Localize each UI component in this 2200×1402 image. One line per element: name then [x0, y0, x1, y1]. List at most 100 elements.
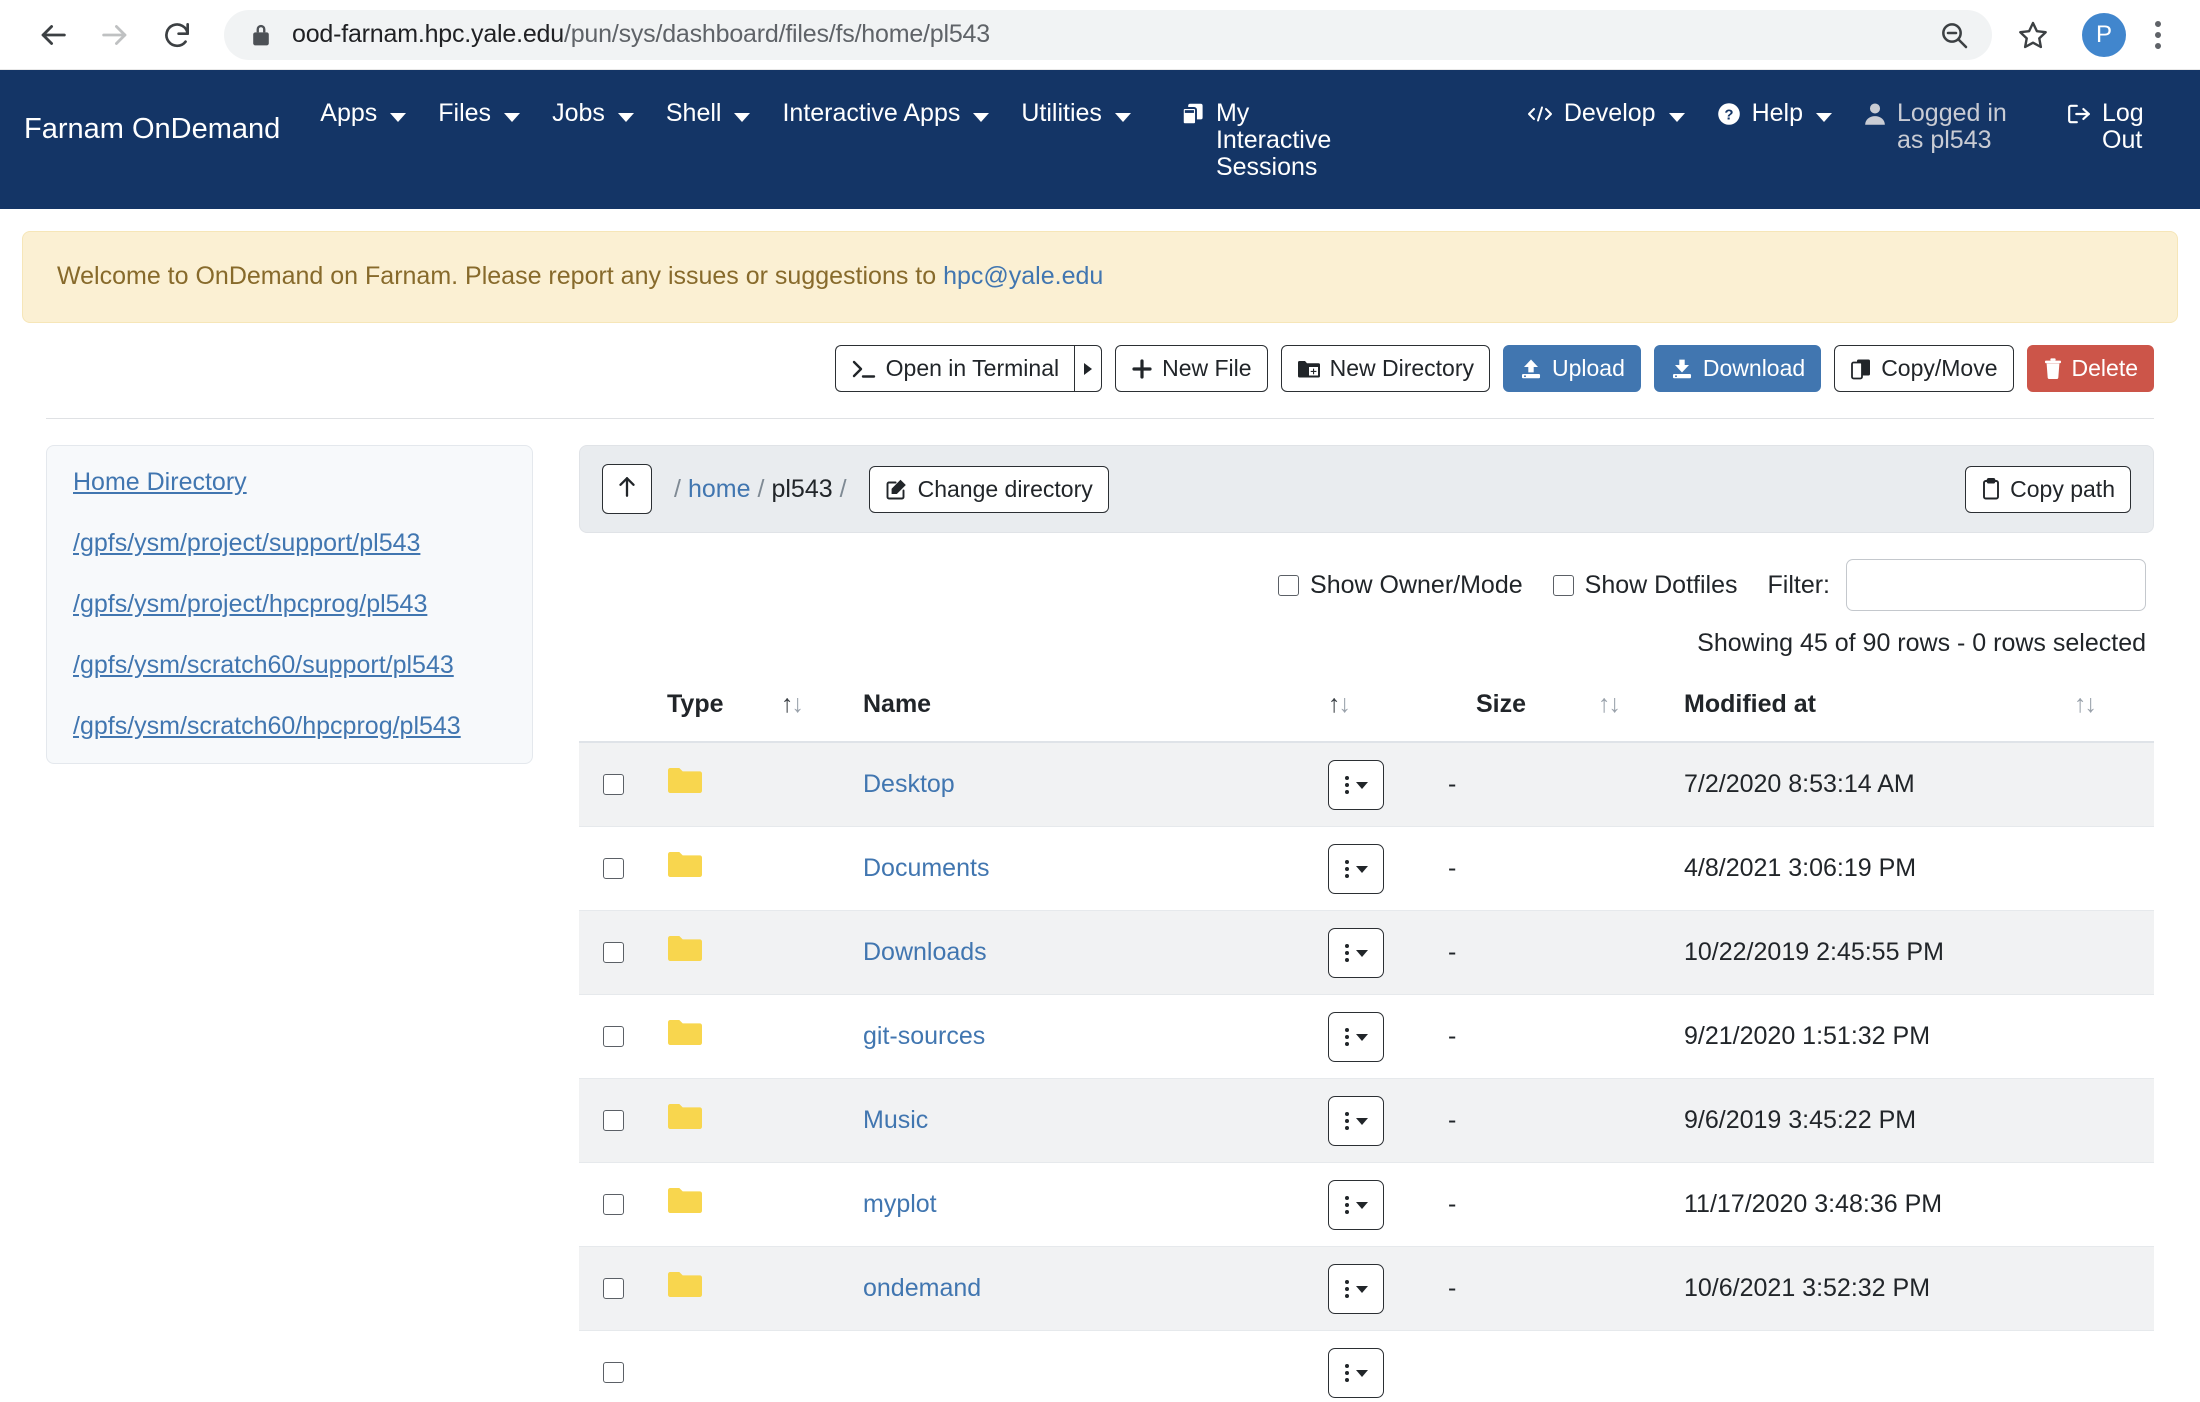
- size-sort-button[interactable]: ↑ ↓: [1598, 674, 1684, 743]
- row-menu-cell[interactable]: [1328, 1330, 1448, 1402]
- back-button[interactable]: [22, 4, 84, 66]
- zoom-out-icon[interactable]: [1938, 19, 1970, 51]
- sidebar-item-project-support[interactable]: /gpfs/ysm/project/support/pl543: [47, 513, 532, 574]
- nav-item-jobs[interactable]: Jobs: [536, 92, 650, 135]
- row-menu-cell[interactable]: [1328, 994, 1448, 1079]
- table-row[interactable]: git-sources - 9/21/2020 1:51:32 PM: [579, 994, 2154, 1079]
- row-actions-menu[interactable]: [1328, 844, 1384, 894]
- support-email-link[interactable]: hpc@yale.edu: [943, 262, 1103, 290]
- row-checkbox[interactable]: [603, 1025, 624, 1047]
- type-header[interactable]: Type: [661, 674, 781, 743]
- go-up-button[interactable]: [602, 464, 652, 514]
- row-actions-menu[interactable]: [1328, 1096, 1384, 1146]
- address-bar[interactable]: ood-farnam.hpc.yale.edu/pun/sys/dashboar…: [224, 9, 1992, 60]
- nav-item-apps[interactable]: Apps: [304, 92, 422, 135]
- three-dot-menu-icon[interactable]: [2138, 11, 2178, 59]
- row-name-cell[interactable]: Desktop: [849, 742, 1328, 827]
- row-name-cell[interactable]: myplot: [849, 1162, 1328, 1247]
- nav-item-logout[interactable]: Log Out: [2051, 92, 2176, 162]
- row-select-cell[interactable]: [579, 742, 661, 827]
- row-actions-menu[interactable]: [1328, 760, 1384, 811]
- breadcrumb-home[interactable]: home: [688, 475, 751, 504]
- copy-path-button[interactable]: Copy path: [1965, 465, 2131, 513]
- file-name-link[interactable]: Music: [863, 1106, 928, 1134]
- table-row-partial[interactable]: [579, 1330, 2154, 1402]
- table-row[interactable]: ondemand - 10/6/2021 3:52:32 PM: [579, 1246, 2154, 1331]
- table-row[interactable]: myplot - 11/17/2020 3:48:36 PM: [579, 1162, 2154, 1247]
- row-name-cell[interactable]: Downloads: [849, 910, 1328, 995]
- new-file-button[interactable]: New File: [1115, 345, 1268, 392]
- sidebar-item-home-directory[interactable]: Home Directory: [47, 452, 532, 513]
- nav-item-shell[interactable]: Shell: [650, 92, 767, 135]
- row-checkbox[interactable]: [603, 941, 624, 963]
- table-row[interactable]: Downloads - 10/22/2019 2:45:55 PM: [579, 910, 2154, 995]
- row-checkbox[interactable]: [603, 1193, 624, 1215]
- nav-item-develop[interactable]: Develop: [1511, 92, 1701, 140]
- name-sort-button[interactable]: ↑ ↓: [1328, 674, 1448, 743]
- row-menu-cell[interactable]: [1328, 1246, 1448, 1331]
- row-menu-cell[interactable]: [1328, 1162, 1448, 1247]
- filter-input[interactable]: [1846, 559, 2146, 611]
- row-checkbox[interactable]: [603, 773, 624, 795]
- nav-item-files[interactable]: Files: [422, 92, 536, 135]
- download-button[interactable]: Download: [1653, 345, 1822, 392]
- row-name-cell[interactable]: git-sources: [849, 994, 1328, 1079]
- file-name-link[interactable]: Downloads: [863, 938, 987, 966]
- table-row[interactable]: Desktop - 7/2/2020 8:53:14 AM: [579, 742, 2154, 827]
- file-name-link[interactable]: Desktop: [863, 770, 955, 798]
- delete-button[interactable]: Delete: [2026, 345, 2154, 392]
- row-select-cell[interactable]: [579, 1162, 661, 1247]
- select-all-header[interactable]: [579, 674, 661, 743]
- table-row[interactable]: Music - 9/6/2019 3:45:22 PM: [579, 1078, 2154, 1163]
- row-actions-menu[interactable]: [1328, 1264, 1384, 1314]
- file-name-link[interactable]: git-sources: [863, 1022, 985, 1050]
- sidebar-item-project-hpcprog[interactable]: /gpfs/ysm/project/hpcprog/pl543: [47, 574, 532, 635]
- nav-item-help[interactable]: ? Help: [1701, 92, 1848, 140]
- row-checkbox[interactable]: [603, 1277, 624, 1299]
- row-select-cell[interactable]: [579, 910, 661, 995]
- bookmark-button[interactable]: [2002, 4, 2064, 66]
- nav-item-interactive-apps[interactable]: Interactive Apps: [766, 92, 1005, 135]
- open-in-terminal-dropdown[interactable]: [1074, 345, 1103, 392]
- row-menu-cell[interactable]: [1328, 826, 1448, 911]
- row-name-cell[interactable]: [849, 1330, 1328, 1402]
- row-actions-menu[interactable]: [1328, 1012, 1384, 1062]
- open-in-terminal-button[interactable]: Open in Terminal: [834, 345, 1075, 392]
- size-header[interactable]: Size: [1448, 674, 1598, 743]
- sidebar-item-scratch60-support[interactable]: /gpfs/ysm/scratch60/support/pl543: [47, 635, 532, 696]
- file-name-link[interactable]: ondemand: [863, 1274, 981, 1302]
- forward-button[interactable]: [84, 4, 146, 66]
- modified-sort-button[interactable]: ↑ ↓: [2074, 674, 2154, 743]
- show-dotfiles-checkbox[interactable]: Show Dotfiles: [1552, 571, 1738, 600]
- row-checkbox[interactable]: [603, 857, 624, 879]
- file-name-link[interactable]: myplot: [863, 1190, 937, 1218]
- nav-item-my-interactive-sessions[interactable]: My Interactive Sessions: [1165, 92, 1370, 189]
- table-row[interactable]: Documents - 4/8/2021 3:06:19 PM: [579, 826, 2154, 911]
- row-select-cell[interactable]: [579, 994, 661, 1079]
- row-name-cell[interactable]: ondemand: [849, 1246, 1328, 1331]
- modified-header[interactable]: Modified at: [1684, 674, 2074, 743]
- upload-button[interactable]: Upload: [1503, 345, 1641, 392]
- show-owner-mode-checkbox[interactable]: Show Owner/Mode: [1278, 571, 1523, 600]
- row-select-cell[interactable]: [579, 1078, 661, 1163]
- row-menu-cell[interactable]: [1328, 910, 1448, 995]
- row-select-cell[interactable]: [579, 826, 661, 911]
- brand-title[interactable]: Farnam OnDemand: [24, 92, 280, 146]
- nav-item-utilities[interactable]: Utilities: [1005, 92, 1147, 135]
- row-actions-menu[interactable]: [1328, 1180, 1384, 1230]
- row-actions-menu[interactable]: [1328, 1348, 1384, 1398]
- change-directory-button[interactable]: Change directory: [868, 465, 1109, 513]
- new-directory-button[interactable]: New Directory: [1280, 345, 1490, 392]
- type-sort-button[interactable]: ↑ ↓: [781, 674, 849, 743]
- row-checkbox[interactable]: [603, 1361, 624, 1383]
- row-name-cell[interactable]: Documents: [849, 826, 1328, 911]
- avatar[interactable]: P: [2082, 12, 2126, 57]
- row-menu-cell[interactable]: [1328, 1078, 1448, 1163]
- name-header[interactable]: Name: [849, 674, 1328, 743]
- row-actions-menu[interactable]: [1328, 928, 1384, 978]
- reload-button[interactable]: [146, 4, 208, 66]
- row-checkbox[interactable]: [603, 1109, 624, 1131]
- file-name-link[interactable]: Documents: [863, 854, 989, 882]
- sidebar-item-scratch60-hpcprog[interactable]: /gpfs/ysm/scratch60/hpcprog/pl543: [47, 696, 532, 757]
- copy-move-button[interactable]: Copy/Move: [1834, 345, 2014, 392]
